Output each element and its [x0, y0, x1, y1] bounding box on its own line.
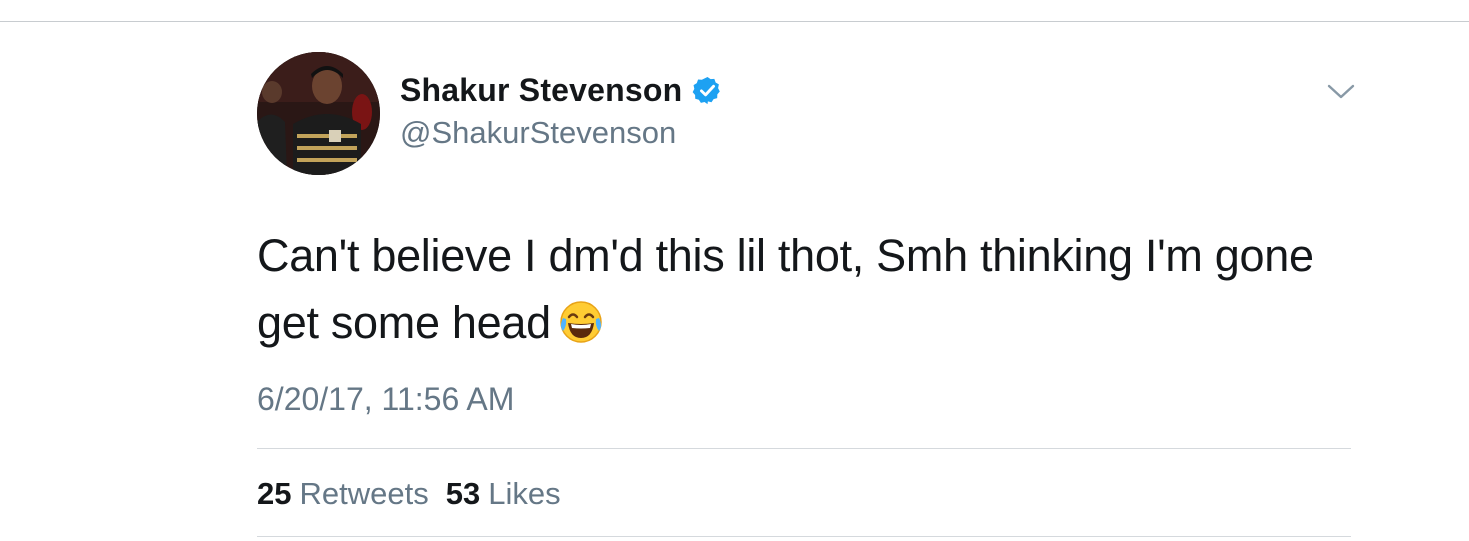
divider [257, 536, 1351, 537]
divider [257, 448, 1351, 449]
verified-badge-icon [692, 75, 723, 106]
tweet-text: Can't believe I dm'd this lil thot, Smh … [257, 230, 1314, 348]
tweet-timestamp[interactable]: 6/20/17, 11:56 AM [257, 381, 514, 418]
top-divider [0, 21, 1469, 22]
retweets-label: Retweets [299, 476, 429, 511]
face-with-tears-of-joy-emoji-icon [557, 297, 605, 345]
avatar[interactable] [257, 52, 380, 175]
retweets-count: 25 [257, 476, 292, 511]
tweet-text-container: Can't believe I dm'd this lil thot, Smh … [257, 222, 1367, 356]
likes-count: 53 [445, 476, 481, 511]
likes-stat[interactable]: 53 Likes [446, 476, 561, 512]
tweet-stats: 25 Retweets 53 Likes [257, 476, 561, 512]
likes-label: Likes [488, 476, 561, 511]
retweets-stat[interactable]: 25 Retweets [257, 476, 429, 512]
author-name-row[interactable]: Shakur Stevenson [400, 72, 723, 109]
chevron-down-icon[interactable] [1325, 82, 1357, 102]
display-name[interactable]: Shakur Stevenson [400, 72, 682, 109]
author-handle[interactable]: @ShakurStevenson [400, 115, 676, 151]
